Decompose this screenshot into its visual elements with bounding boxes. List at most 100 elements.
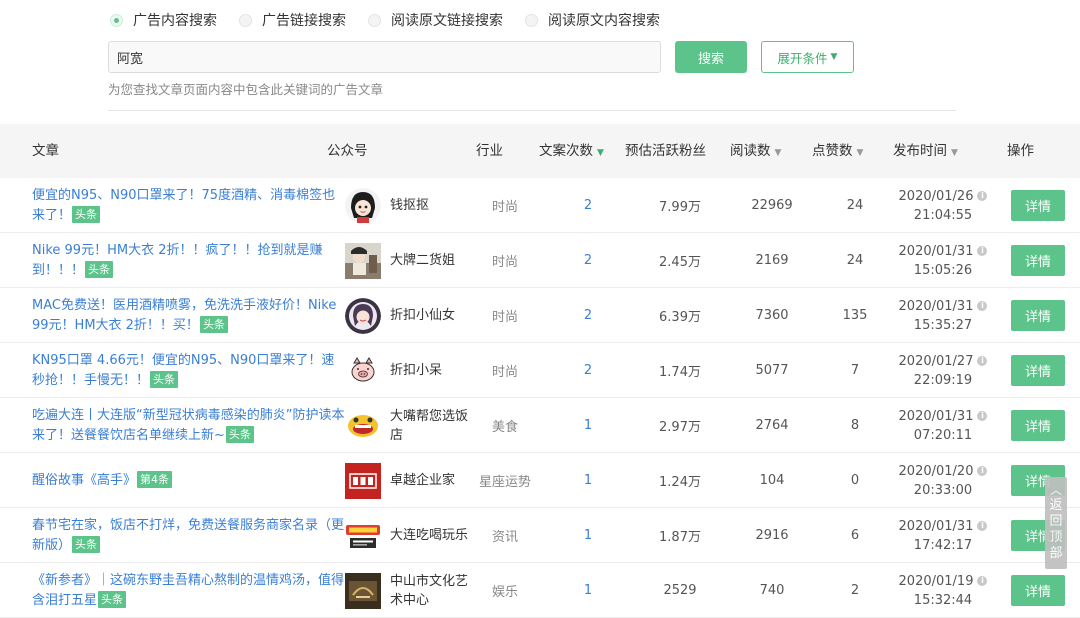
avatar [345, 297, 381, 334]
copy-count[interactable]: 2 [552, 288, 624, 343]
table-row: Nike 99元！HM大衣 2折！！疯了！！抢到就是赚到！！！ 头条 大牌二货姐 … [0, 233, 1080, 288]
publish-date: 2020/01/19 [898, 573, 974, 589]
avatar [345, 352, 381, 389]
info-icon[interactable]: i [977, 356, 988, 366]
table-row: 醒俗故事《高手》 第4条 卓越企业家 星座运势 1 1.24万 104 0 202… [0, 453, 1080, 508]
publish-date: 2020/01/27 [898, 353, 974, 369]
copy-count[interactable]: 2 [552, 343, 624, 398]
col-date-label: 发布时间 [893, 143, 947, 159]
radio-label: 阅读原文内容搜索 [548, 13, 660, 29]
publish-date: 2020/01/31 [898, 243, 974, 259]
article-title: 《新参者》｜这碗东野圭吾精心熬制的温情鸡汤，值得含泪打五星 [32, 572, 345, 608]
article-link[interactable]: MAC免费送！医用酒精喷雾，免洗洗手液好价！Nike 99元！HM大衣 2折！！… [32, 296, 347, 336]
avatar-cell [345, 508, 381, 563]
detail-button[interactable]: 详情 [1011, 410, 1065, 441]
detail-button[interactable]: 详情 [1011, 300, 1065, 331]
radio-label: 广告链接搜索 [262, 13, 346, 29]
search-hint: 为您查找文章页面内容中包含此关键词的广告文章 [108, 82, 384, 97]
detail-button[interactable]: 详情 [1011, 190, 1065, 221]
article-title: 醒俗故事《高手》 [32, 472, 137, 488]
article-cell: 吃遍大连丨大连版“新型冠状病毒感染的肺炎”防护读本来了！送餐餐饮店名单继续上新~… [32, 398, 347, 453]
account-name[interactable]: 中山市文化艺术中心 [390, 563, 470, 618]
article-link[interactable]: 春节宅在家，饭店不打烊，免费送餐服务商家名录（更新版） 头条 [32, 516, 347, 556]
radio-ad-content[interactable]: 广告内容搜索 [110, 10, 217, 30]
account-name[interactable]: 卓越企业家 [390, 453, 470, 508]
article-cell: KN95口罩 4.66元！便宜的N95、N90口罩来了！速秒抢！！手慢无！！ 头条 [32, 343, 347, 398]
article-link[interactable]: 《新参者》｜这碗东野圭吾精心熬制的温情鸡汤，值得含泪打五星 头条 [32, 571, 347, 611]
info-icon[interactable]: i [977, 521, 988, 531]
like-count: 135 [842, 308, 868, 323]
copy-count[interactable]: 1 [552, 398, 624, 453]
position-tag: 头条 [98, 590, 127, 608]
industry: 时尚 [491, 200, 518, 215]
info-icon[interactable]: i [977, 411, 988, 421]
publish-time: 2020/01/31 i 17:42:17 [893, 508, 993, 563]
copy-count[interactable]: 2 [552, 233, 624, 288]
account-name[interactable]: 大连吃喝玩乐 [390, 508, 470, 563]
copy-count[interactable]: 1 [552, 453, 624, 508]
article-link[interactable]: 吃遍大连丨大连版“新型冠状病毒感染的肺炎”防护读本来了！送餐餐饮店名单继续上新~… [32, 406, 347, 446]
publish-clock: 17:42:17 [913, 537, 973, 553]
action-cell: 详情 [1011, 178, 1065, 233]
position-tag: 头条 [225, 425, 254, 443]
col-count[interactable]: 文案次数 ▼ [539, 124, 604, 178]
avatar-cell [345, 233, 381, 288]
col-date[interactable]: 发布时间 ▼ [893, 124, 958, 178]
industry: 星座运势 [478, 475, 531, 490]
publish-date: 2020/01/31 [898, 408, 974, 424]
active-fans: 2529 [663, 583, 697, 598]
info-icon[interactable]: i [977, 466, 988, 476]
action-cell: 详情 [1011, 398, 1065, 453]
active-fans: 7.99万 [659, 200, 701, 215]
account-name[interactable]: 大嘴帮您选饭店 [390, 398, 470, 453]
article-cell: MAC免费送！医用酒精喷雾，免洗洗手液好价！Nike 99元！HM大衣 2折！！… [32, 288, 347, 343]
account-name[interactable]: 钱抠抠 [390, 178, 470, 233]
info-icon[interactable]: i [977, 576, 988, 586]
account-name[interactable]: 大牌二货姐 [390, 233, 470, 288]
detail-button[interactable]: 详情 [1011, 575, 1065, 606]
publish-date: 2020/01/31 [898, 298, 974, 314]
search-mode-group: 广告内容搜索 广告链接搜索 阅读原文链接搜索 阅读原文内容搜索 [110, 8, 682, 32]
article-link[interactable]: 醒俗故事《高手》 第4条 [32, 470, 173, 491]
copy-count[interactable]: 1 [552, 508, 624, 563]
table-row: 便宜的N95、N90口罩来了！75度酒精、消毒棉签也来了！ 头条 钱抠抠 时尚 2… [0, 178, 1080, 233]
search-button[interactable]: 搜索 [675, 41, 747, 73]
detail-button[interactable]: 详情 [1011, 245, 1065, 276]
expand-conditions-button[interactable]: 展开条件 ▼ [761, 41, 854, 73]
account-name[interactable]: 折扣小仙女 [390, 288, 470, 343]
search-input[interactable] [108, 41, 661, 73]
article-link[interactable]: KN95口罩 4.66元！便宜的N95、N90口罩来了！速秒抢！！手慢无！！ 头条 [32, 351, 347, 391]
back-to-top-button[interactable]: ︿ 返回顶部 [1045, 477, 1067, 569]
radio-ad-link[interactable]: 广告链接搜索 [239, 10, 346, 30]
action-cell: 详情 [1011, 343, 1065, 398]
like-count: 7 [850, 363, 860, 378]
like-count: 24 [846, 198, 864, 213]
info-icon[interactable]: i [977, 301, 988, 311]
article-link[interactable]: Nike 99元！HM大衣 2折！！疯了！！抢到就是赚到！！！ 头条 [32, 241, 347, 281]
account-name[interactable]: 折扣小呆 [390, 343, 470, 398]
copy-count[interactable]: 2 [552, 178, 624, 233]
publish-time: 2020/01/26 i 21:04:55 [893, 178, 993, 233]
detail-button[interactable]: 详情 [1011, 355, 1065, 386]
table-row: 春节宅在家，饭店不打烊，免费送餐服务商家名录（更新版） 头条 大连吃喝玩乐 资讯 … [0, 508, 1080, 563]
radio-label: 广告内容搜索 [133, 13, 217, 29]
copy-count[interactable]: 1 [552, 563, 624, 618]
col-action: 操作 [1007, 143, 1034, 159]
col-industry: 行业 [476, 143, 503, 159]
info-icon[interactable]: i [977, 191, 988, 201]
article-link[interactable]: 便宜的N95、N90口罩来了！75度酒精、消毒棉签也来了！ 头条 [32, 186, 347, 226]
active-fans: 1.87万 [659, 530, 701, 545]
radio-origin-link[interactable]: 阅读原文链接搜索 [368, 10, 503, 30]
publish-time: 2020/01/31 i 15:05:26 [893, 233, 993, 288]
read-count: 22969 [751, 198, 793, 213]
chevron-up-icon: ︿ [1049, 483, 1062, 497]
publish-time: 2020/01/20 i 20:33:00 [893, 453, 993, 508]
read-count: 2764 [755, 418, 789, 433]
read-count: 740 [759, 583, 785, 598]
col-reads[interactable]: 阅读数 ▼ [730, 124, 781, 178]
info-icon[interactable]: i [977, 246, 988, 256]
radio-origin-content[interactable]: 阅读原文内容搜索 [525, 10, 660, 30]
col-likes[interactable]: 点赞数 ▼ [812, 124, 863, 178]
avatar [345, 187, 381, 224]
like-count: 8 [850, 418, 860, 433]
